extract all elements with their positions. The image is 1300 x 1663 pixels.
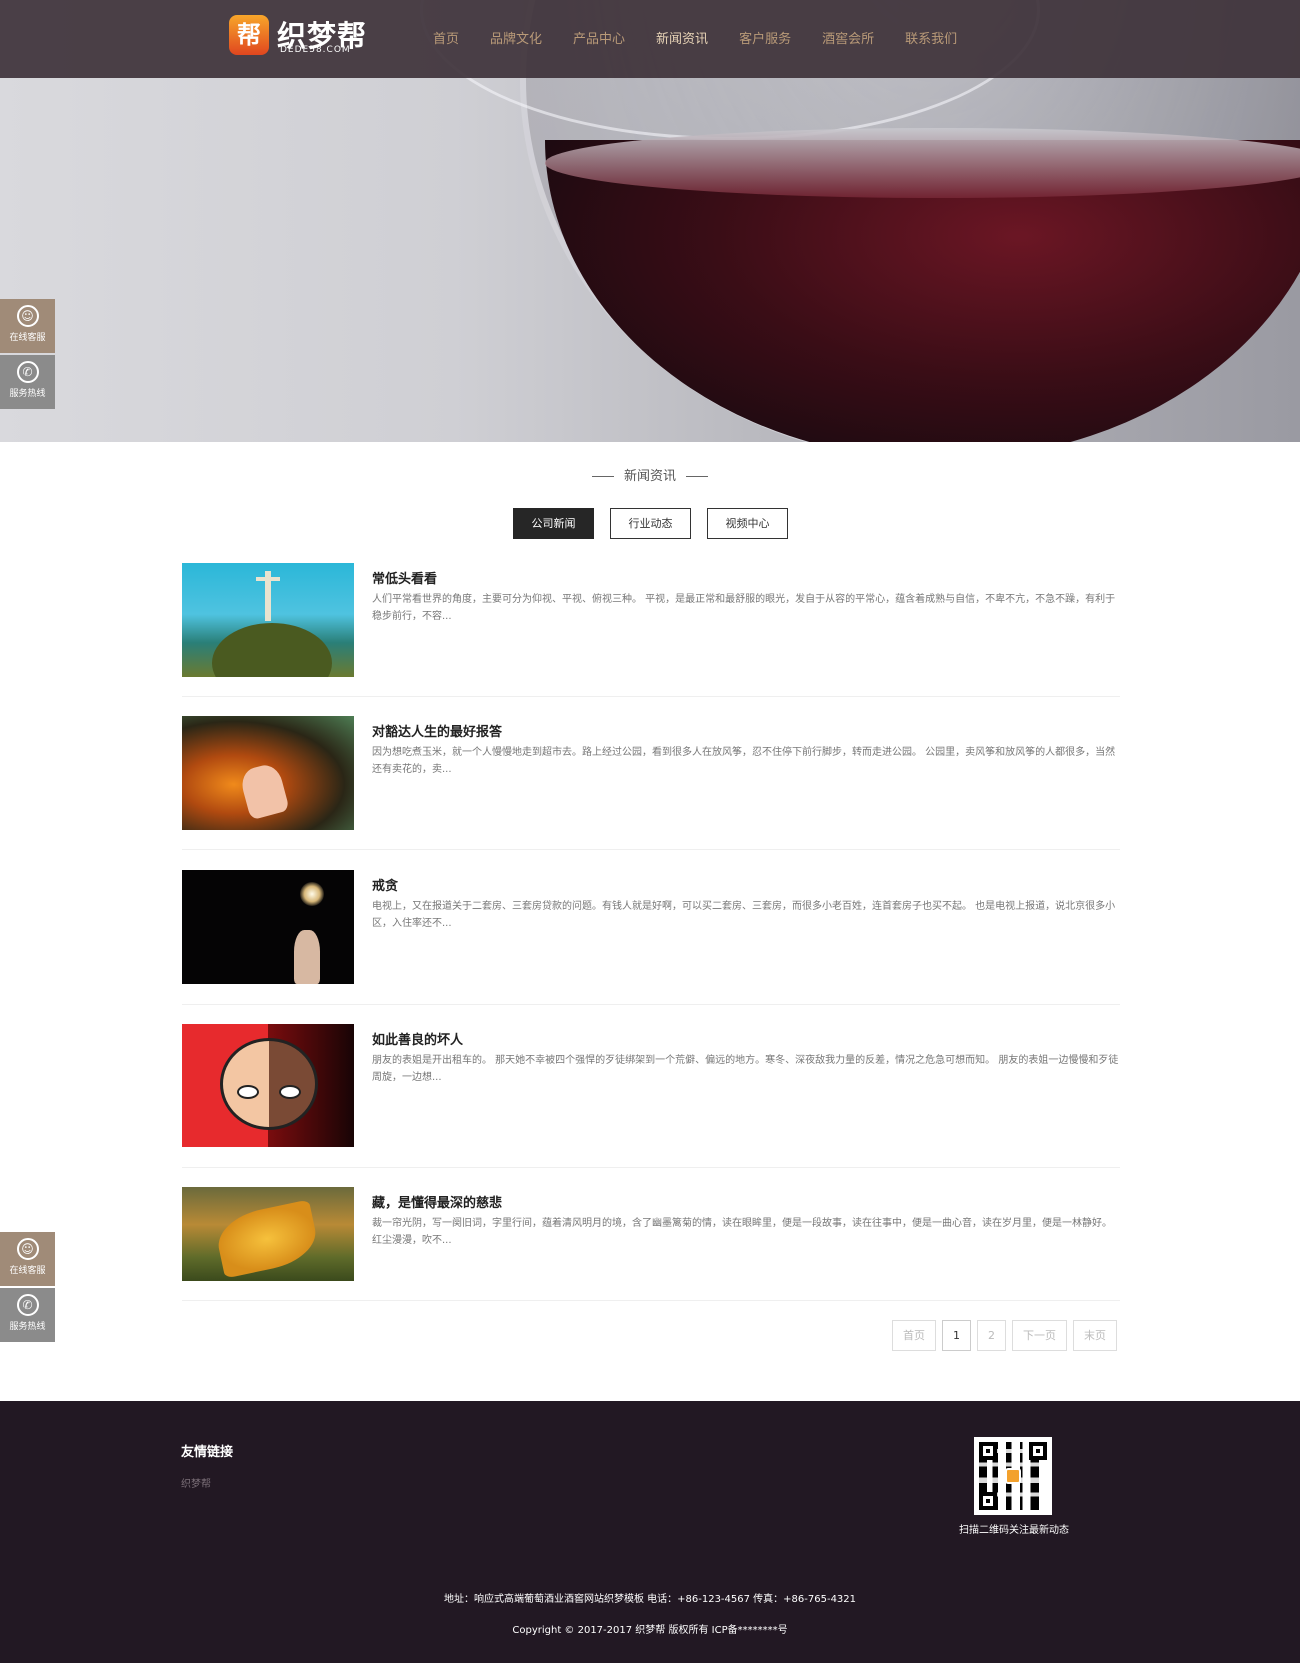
list-item: 对豁达人生的最好报答 因为想吃煮玉米，就一个人慢慢地走到超市去。路上经过公园，看… <box>182 716 1120 850</box>
hotline-button[interactable]: ✆ 服务热线 <box>0 1288 55 1342</box>
news-thumbnail[interactable] <box>182 716 354 830</box>
site-footer: 友情链接 织梦帮 扫描二维码关注最新动态 地址：响应式高端葡萄酒业酒窖网站织梦模… <box>0 1401 1300 1663</box>
online-service-label: 在线客服 <box>9 333 46 343</box>
category-tabs: 公司新闻 行业动态 视频中心 <box>513 508 804 539</box>
tab-company-news[interactable]: 公司新闻 <box>513 508 594 539</box>
friend-links-title: 友情链接 <box>181 1445 234 1460</box>
main-nav: 首页 品牌文化 产品中心 新闻资讯 客户服务 酒窖会所 联系我们 <box>433 0 988 78</box>
logo-subtext: DEDE58.COM <box>280 45 351 55</box>
section-title-text: 新闻资讯 <box>623 469 676 484</box>
statue-shape <box>256 567 280 627</box>
floating-contact-bottom: ☺ 在线客服 ✆ 服务热线 <box>0 1232 55 1344</box>
news-description: 因为想吃煮玉米，就一个人慢慢地走到超市去。路上经过公园，看到很多人在放风筝，忍不… <box>372 747 1116 775</box>
nav-item-contact[interactable]: 联系我们 <box>905 0 957 78</box>
news-description: 人们平常看世界的角度，主要可分为仰视、平视、俯视三种。 平视，是最正常和最舒服的… <box>372 594 1116 622</box>
nav-item-news[interactable]: 新闻资讯 <box>656 0 708 78</box>
customer-service-icon: ☺ <box>16 1238 39 1260</box>
news-description: 电视上，又在报道关于二套房、三套房贷款的问题。有钱人就是好啊，可以买二套房、三套… <box>372 901 1116 929</box>
phone-icon: ✆ <box>16 361 39 383</box>
news-thumbnail[interactable] <box>182 1024 354 1147</box>
page-next-button[interactable]: 下一页 <box>1012 1320 1067 1351</box>
nav-item-products[interactable]: 产品中心 <box>573 0 625 78</box>
hotline-label: 服务热线 <box>9 389 46 399</box>
hand-shape <box>238 761 290 821</box>
floating-contact-top: ☺ 在线客服 ✆ 服务热线 <box>0 299 55 411</box>
list-item: 常低头看看 人们平常看世界的角度，主要可分为仰视、平视、俯视三种。 平视，是最正… <box>182 563 1120 697</box>
news-thumbnail[interactable] <box>182 870 354 984</box>
news-title[interactable]: 藏，是懂得最深的慈悲 <box>372 1192 502 1211</box>
page-number-button[interactable]: 1 <box>942 1320 971 1351</box>
qr-caption: 扫描二维码关注最新动态 <box>959 1525 1069 1536</box>
news-title[interactable]: 戒贪 <box>372 875 398 894</box>
site-logo[interactable]: 帮 织梦帮 DEDE58.COM <box>229 15 369 57</box>
section-title: 新闻资讯 <box>0 465 1300 484</box>
hotline-button[interactable]: ✆ 服务热线 <box>0 355 55 409</box>
hand-shape <box>294 930 320 984</box>
list-item: 藏，是懂得最深的慈悲 裁一帘光阴，写一阕旧词，字里行间，蕴着清风明月的境，含了幽… <box>182 1187 1120 1301</box>
autumn-leaf-shape <box>212 1199 322 1279</box>
glowing-flower-shape <box>300 882 324 906</box>
news-title[interactable]: 对豁达人生的最好报答 <box>372 721 502 740</box>
customer-service-icon: ☺ <box>16 305 39 327</box>
tab-industry-news[interactable]: 行业动态 <box>610 508 691 539</box>
list-item: 如此善良的坏人 朋友的表姐是开出租车的。 那天她不幸被四个强悍的歹徒绑架到一个荒… <box>182 1024 1120 1168</box>
news-thumbnail[interactable] <box>182 563 354 677</box>
friend-link[interactable]: 织梦帮 <box>181 1475 211 1490</box>
pagination: 首页 1 2 下一页 末页 <box>892 1320 1123 1351</box>
nav-item-brand[interactable]: 品牌文化 <box>490 0 542 78</box>
online-service-button[interactable]: ☺ 在线客服 <box>0 299 55 353</box>
news-title[interactable]: 如此善良的坏人 <box>372 1029 463 1048</box>
tab-video-center[interactable]: 视频中心 <box>707 508 788 539</box>
news-description: 朋友的表姐是开出租车的。 那天她不幸被四个强悍的歹徒绑架到一个荒僻、偏远的地方。… <box>372 1055 1119 1083</box>
page-last-button[interactable]: 末页 <box>1073 1320 1117 1351</box>
news-description: 裁一帘光阴，写一阕旧词，字里行间，蕴着清风明月的境，含了幽墨篱菊的情，读在眼眸里… <box>372 1218 1112 1246</box>
cartoon-face-shape <box>220 1038 318 1130</box>
footer-address: 地址：响应式高端葡萄酒业酒窖网站织梦模板 电话：+86-123-4567 传真：… <box>443 1594 857 1605</box>
footer-copyright: Copyright © 2017-2017 织梦帮 版权所有 ICP备*****… <box>512 1625 788 1636</box>
phone-icon: ✆ <box>16 1294 39 1316</box>
list-item: 戒贪 电视上，又在报道关于二套房、三套房贷款的问题。有钱人就是好啊，可以买二套房… <box>182 870 1120 1005</box>
mountain-shape <box>212 623 332 677</box>
title-line-right <box>686 476 708 477</box>
nav-item-cellar[interactable]: 酒窖会所 <box>822 0 874 78</box>
qr-code-icon <box>974 1437 1052 1515</box>
nav-item-home[interactable]: 首页 <box>433 0 459 78</box>
site-header: 帮 织梦帮 DEDE58.COM 首页 品牌文化 产品中心 新闻资讯 客户服务 … <box>0 0 1300 78</box>
online-service-button[interactable]: ☺ 在线客服 <box>0 1232 55 1286</box>
page-number-button[interactable]: 2 <box>977 1320 1006 1351</box>
page-first-button[interactable]: 首页 <box>892 1320 936 1351</box>
nav-item-service[interactable]: 客户服务 <box>739 0 791 78</box>
hotline-label: 服务热线 <box>9 1322 46 1332</box>
news-title[interactable]: 常低头看看 <box>372 568 437 587</box>
logo-badge-icon: 帮 <box>229 15 269 55</box>
online-service-label: 在线客服 <box>9 1266 46 1276</box>
wine-surface-decoration <box>545 128 1300 198</box>
news-thumbnail[interactable] <box>182 1187 354 1281</box>
title-line-left <box>591 476 614 477</box>
